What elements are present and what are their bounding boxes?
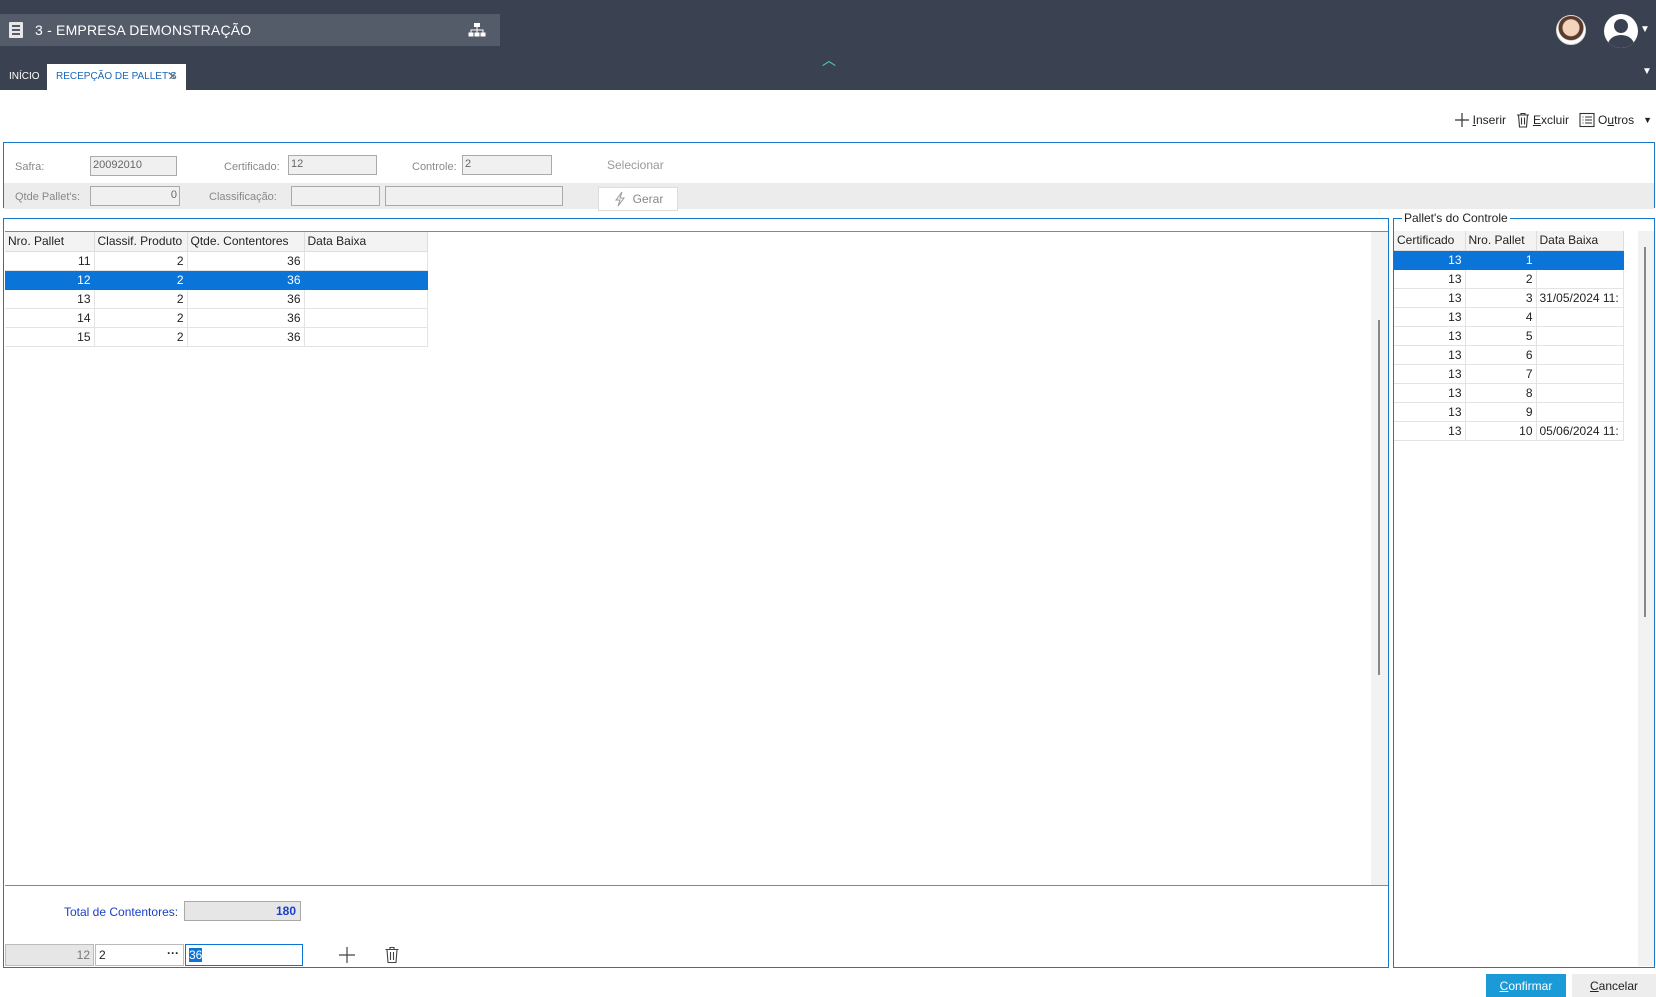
company-selector[interactable]: 3 - EMPRESA DEMONSTRAÇÃO — [0, 14, 500, 46]
table-header: Certificado Nro. Pallet Data Baixa — [1394, 231, 1624, 251]
right-grid-scrollbar[interactable] — [1638, 231, 1654, 966]
col-nro-pallet[interactable]: Nro. Pallet — [1465, 231, 1537, 251]
classificacao-code-field[interactable] — [291, 186, 380, 206]
safra-label: Safra: — [15, 161, 45, 173]
col-classif-produto[interactable]: Classif. Produto — [94, 232, 188, 252]
tab-label: RECEPÇÃO DE PALLET'S — [56, 71, 177, 82]
table-row[interactable]: 13 2 — [1394, 269, 1624, 289]
table-row[interactable]: 13 6 — [1394, 345, 1624, 365]
plus-icon — [1454, 113, 1469, 127]
table-row[interactable]: 14 2 36 — [5, 308, 428, 328]
table-row[interactable]: 13 8 — [1394, 383, 1624, 403]
top-bar: 3 - EMPRESA DEMONSTRAÇÃO ︿ ▼ INÍCIO RECE… — [0, 0, 1656, 90]
scrollbar-thumb[interactable] — [1378, 320, 1380, 675]
table-row-selected[interactable]: 13 1 — [1394, 250, 1624, 270]
building-icon — [9, 22, 23, 38]
total-contentores-value: 180 — [184, 901, 301, 921]
table-row[interactable]: 13 9 — [1394, 402, 1624, 422]
table-header: Nro. Pallet Classif. Produto Qtde. Conte… — [5, 232, 428, 252]
tab-recepcao-pallets[interactable]: RECEPÇÃO DE PALLET'S ✕ — [47, 64, 186, 90]
list-icon — [1579, 112, 1595, 128]
table-row-selected[interactable]: 12 2 36 — [5, 270, 428, 290]
safra-field[interactable]: 20092010 — [90, 156, 177, 176]
trash-icon — [1517, 112, 1529, 128]
panel-title: Pallet's do Controle — [1402, 211, 1510, 225]
confirm-button[interactable]: Confirmar — [1486, 974, 1566, 997]
toolbar: Inserir Excluir Outros ▼ — [1444, 110, 1656, 130]
table-row[interactable]: 13 5 — [1394, 326, 1624, 346]
col-data-baixa[interactable]: Data Baixa — [1536, 231, 1624, 251]
grid-scrollbar[interactable] — [1371, 232, 1388, 885]
certificado-label: Certificado: — [224, 161, 280, 173]
classificacao-label: Classificação: — [209, 191, 277, 203]
classificacao-desc-field[interactable] — [385, 186, 563, 206]
support-avatar[interactable] — [1556, 15, 1586, 45]
user-menu-chevron-down-icon[interactable]: ▼ — [1640, 24, 1650, 35]
qtde-pallets-label: Qtde Pallet's: — [15, 191, 81, 203]
pallets-controle-panel: Pallet's do Controle Certificado Nro. Pa… — [1393, 211, 1655, 968]
collapse-chevron-up-icon[interactable]: ︿ — [822, 50, 836, 70]
cancel-button[interactable]: Cancelar — [1572, 974, 1656, 997]
delete-button[interactable]: Excluir — [1516, 112, 1569, 128]
org-chart-icon[interactable] — [468, 22, 486, 38]
qtde-pallets-field[interactable]: 0 — [90, 186, 180, 206]
col-qtde-contentores[interactable]: Qtde. Contentores — [187, 232, 305, 252]
table-row[interactable]: 13 3 31/05/2024 11: — [1394, 288, 1624, 308]
table-row[interactable]: 13 7 — [1394, 364, 1624, 384]
col-certificado[interactable]: Certificado — [1394, 231, 1466, 251]
pallets-controle-table[interactable]: Certificado Nro. Pallet Data Baixa 13 1 … — [1394, 231, 1624, 441]
lookup-ellipsis-button[interactable]: ··· — [167, 946, 179, 960]
table-row[interactable]: 15 2 36 — [5, 327, 428, 347]
chevron-down-icon: ▼ — [1643, 115, 1652, 125]
total-contentores-label: Total de Contentores: — [64, 905, 179, 919]
user-avatar-icon[interactable] — [1604, 14, 1638, 48]
scrollbar-thumb[interactable] — [1644, 247, 1646, 617]
close-tab-icon[interactable]: ✕ — [168, 64, 177, 90]
table-row[interactable]: 13 10 05/06/2024 11: — [1394, 421, 1624, 441]
tab-inicio[interactable]: INÍCIO — [0, 64, 49, 90]
table-row[interactable]: 13 2 36 — [5, 289, 428, 309]
pallets-panel: Nro. Pallet Classif. Produto Qtde. Conte… — [3, 218, 1389, 968]
edit-qtde-field[interactable]: 36 — [185, 944, 303, 966]
table-row[interactable]: 11 2 36 — [5, 251, 428, 271]
selecionar-link[interactable]: Selecionar — [607, 158, 664, 172]
insert-button[interactable]: Inserir — [1454, 112, 1506, 128]
col-data-baixa[interactable]: Data Baixa — [304, 232, 428, 252]
col-nro-pallet[interactable]: Nro. Pallet — [5, 232, 95, 252]
certificado-field[interactable]: 12 — [288, 155, 377, 175]
delete-row-trash-icon[interactable] — [384, 946, 400, 964]
pallets-table: Nro. Pallet Classif. Produto Qtde. Conte… — [5, 232, 428, 347]
edit-nro-pallet-field[interactable]: 12 — [5, 944, 94, 966]
controle-label: Controle: — [412, 161, 457, 173]
lightning-icon — [614, 191, 625, 207]
edit-classif-field[interactable]: 2 ··· — [95, 944, 184, 966]
filter-panel: Safra: 20092010 Certificado: 12 Controle… — [3, 142, 1655, 211]
controle-field[interactable]: 2 — [462, 155, 552, 175]
tabs-menu-chevron-down-icon[interactable]: ▼ — [1642, 66, 1652, 77]
add-row-plus-icon[interactable] — [338, 946, 356, 964]
others-menu-button[interactable]: Outros ▼ — [1579, 112, 1656, 128]
table-row[interactable]: 13 4 — [1394, 307, 1624, 327]
gerar-button[interactable]: Gerar — [598, 187, 678, 211]
pallets-grid[interactable]: Nro. Pallet Classif. Produto Qtde. Conte… — [5, 231, 1388, 886]
tab-label: INÍCIO — [9, 71, 40, 82]
company-name: 3 - EMPRESA DEMONSTRAÇÃO — [35, 22, 252, 38]
